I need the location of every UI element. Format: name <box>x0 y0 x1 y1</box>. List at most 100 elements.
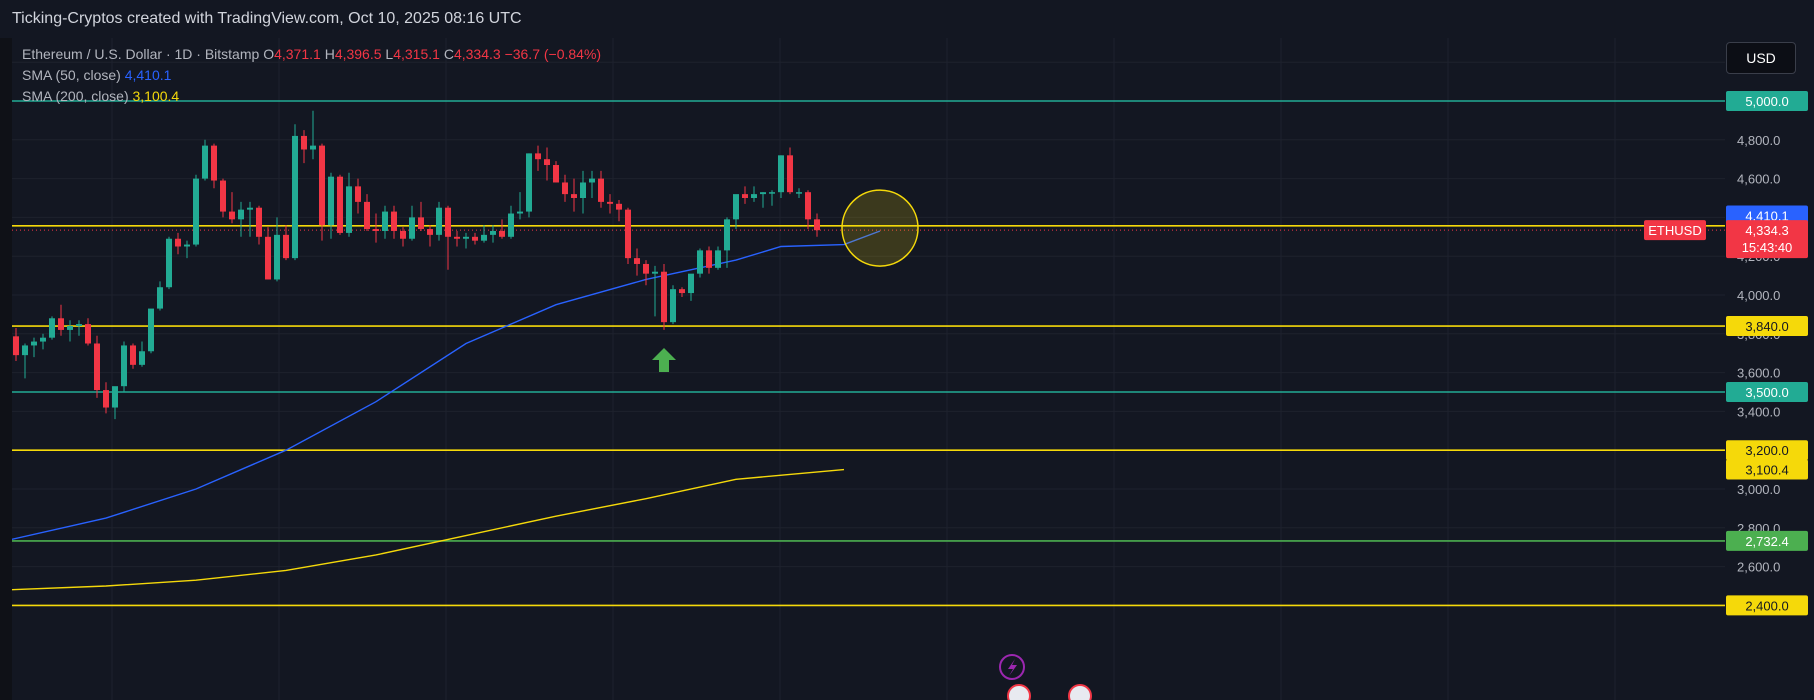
candle-body[interactable] <box>742 194 748 198</box>
level-price-tag[interactable]: 3,840.0 <box>1745 319 1788 334</box>
sma200-line[interactable] <box>12 468 845 591</box>
candle-body[interactable] <box>778 155 784 193</box>
candle-body[interactable] <box>796 192 802 194</box>
candle-body[interactable] <box>427 229 433 235</box>
legend-sma50-row[interactable]: SMA (50, close) 4,410.1 <box>22 65 601 86</box>
candle-body[interactable] <box>58 318 64 330</box>
candle-body[interactable] <box>391 211 397 231</box>
candle-body[interactable] <box>508 213 514 237</box>
candle-body[interactable] <box>49 318 55 338</box>
candle-body[interactable] <box>472 236 478 241</box>
candle-body[interactable] <box>409 217 415 239</box>
candle-body[interactable] <box>22 345 28 356</box>
level-price-tag[interactable]: 2,400.0 <box>1745 598 1788 613</box>
candle-body[interactable] <box>436 207 442 235</box>
candle-body[interactable] <box>139 351 145 365</box>
candle-body[interactable] <box>382 211 388 231</box>
candle-body[interactable] <box>481 234 487 241</box>
candle-body[interactable] <box>526 153 532 212</box>
candle-body[interactable] <box>670 289 676 323</box>
candle-body[interactable] <box>175 238 181 247</box>
candle-body[interactable] <box>328 176 334 226</box>
calendar-event-icon[interactable] <box>1007 684 1031 700</box>
candle-body[interactable] <box>13 336 19 356</box>
candle-body[interactable] <box>31 341 37 346</box>
candle-body[interactable] <box>787 155 793 193</box>
candle-body[interactable] <box>616 203 622 210</box>
candle-body[interactable] <box>679 289 685 294</box>
candle-body[interactable] <box>535 153 541 160</box>
candle-body[interactable] <box>706 250 712 268</box>
candle-body[interactable] <box>247 207 253 210</box>
candle-body[interactable] <box>697 250 703 274</box>
legend-sma200-row[interactable]: SMA (200, close) 3,100.4 <box>22 86 601 107</box>
candle-body[interactable] <box>301 135 307 150</box>
candle-body[interactable] <box>193 178 199 245</box>
candle-body[interactable] <box>769 192 775 194</box>
candle-body[interactable] <box>580 182 586 198</box>
candle-body[interactable] <box>445 207 451 237</box>
level-price-tag[interactable]: 5,000.0 <box>1745 94 1788 109</box>
legend-symbol-row[interactable]: Ethereum / U.S. Dollar · 1D · Bitstamp O… <box>22 44 601 65</box>
price-chart[interactable]: ETHUSD <box>12 38 1725 700</box>
candle-body[interactable] <box>76 324 82 327</box>
candle-body[interactable] <box>310 145 316 150</box>
candle-body[interactable] <box>724 219 730 251</box>
candle-body[interactable] <box>400 230 406 239</box>
candle-body[interactable] <box>292 135 298 259</box>
candle-body[interactable] <box>544 159 550 166</box>
level-price-tag[interactable]: 3,500.0 <box>1745 385 1788 400</box>
candle-body[interactable] <box>760 192 766 195</box>
candle-body[interactable] <box>283 234 289 259</box>
candle-body[interactable] <box>751 194 757 198</box>
candle-body[interactable] <box>553 165 559 183</box>
candle-body[interactable] <box>733 194 739 220</box>
chart-pane[interactable]: ETHUSD <box>12 38 1725 700</box>
candle-body[interactable] <box>643 263 649 274</box>
price-axis[interactable]: 2,400.02,600.02,800.03,000.03,200.03,400… <box>1725 38 1814 700</box>
candle-body[interactable] <box>562 182 568 195</box>
candle-body[interactable] <box>688 273 694 294</box>
sma200-price-tag[interactable]: 3,100.4 <box>1745 463 1788 478</box>
candle-body[interactable] <box>373 229 379 231</box>
candle-body[interactable] <box>355 186 361 202</box>
candle-body[interactable] <box>85 324 91 344</box>
level-price-tag[interactable]: 3,200.0 <box>1745 443 1788 458</box>
candle-body[interactable] <box>607 201 613 204</box>
candle-body[interactable] <box>166 238 172 288</box>
candle-body[interactable] <box>130 345 136 365</box>
candle-body[interactable] <box>157 287 163 309</box>
candle-body[interactable] <box>418 217 424 230</box>
last-price-tag[interactable]: 4,334.3 <box>1745 223 1788 238</box>
candle-body[interactable] <box>265 236 271 280</box>
candle-body[interactable] <box>499 230 505 237</box>
candle-body[interactable] <box>598 178 604 202</box>
candle-body[interactable] <box>40 337 46 342</box>
candle-body[interactable] <box>229 211 235 220</box>
candle-body[interactable] <box>256 207 262 237</box>
calendar-event-icon[interactable] <box>1068 684 1092 700</box>
candle-body[interactable] <box>517 211 523 214</box>
candle-body[interactable] <box>652 271 658 274</box>
candle-body[interactable] <box>211 145 217 181</box>
candle-body[interactable] <box>661 271 667 323</box>
candle-body[interactable] <box>454 236 460 239</box>
candle-body[interactable] <box>274 234 280 280</box>
candle-body[interactable] <box>364 201 370 230</box>
candle-body[interactable] <box>319 145 325 226</box>
candle-body[interactable] <box>220 180 226 212</box>
currency-button[interactable]: USD <box>1726 42 1796 74</box>
candle-body[interactable] <box>346 186 352 233</box>
candle-body[interactable] <box>112 386 118 408</box>
candle-body[interactable] <box>94 343 100 391</box>
candle-body[interactable] <box>148 308 154 352</box>
candle-body[interactable] <box>571 194 577 198</box>
candle-body[interactable] <box>202 145 208 179</box>
candle-body[interactable] <box>67 326 73 330</box>
candle-body[interactable] <box>490 230 496 235</box>
candle-body[interactable] <box>589 178 595 183</box>
candle-body[interactable] <box>715 250 721 268</box>
candle-body[interactable] <box>634 258 640 264</box>
candle-body[interactable] <box>238 209 244 220</box>
candle-body[interactable] <box>463 236 469 239</box>
